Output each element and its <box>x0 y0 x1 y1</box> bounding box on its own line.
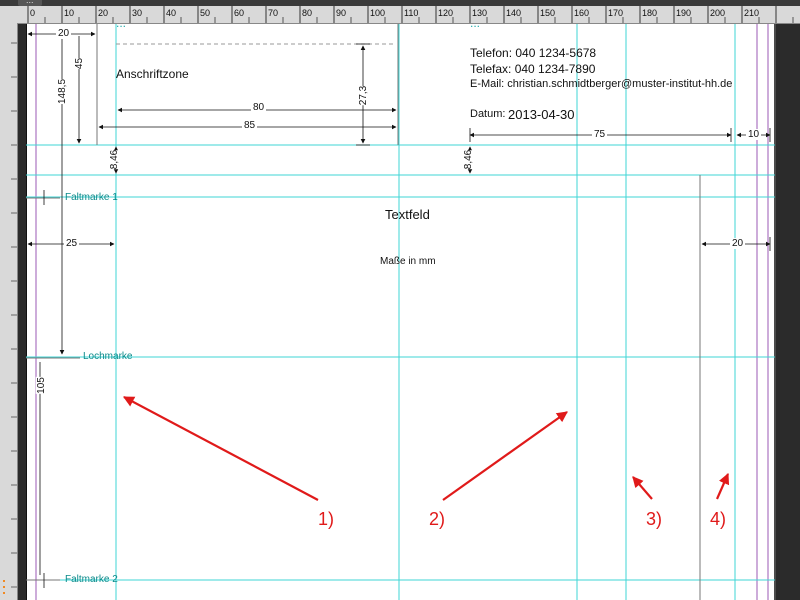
annotation-2: 2) <box>429 509 446 529</box>
dim-20-right: 20 <box>730 238 746 249</box>
annotation-1: 1) <box>318 509 335 529</box>
date-label: Datum: <box>470 108 506 120</box>
marker-dot <box>3 586 5 588</box>
dim-20-top: 20 <box>56 28 72 39</box>
sender-line: ... <box>116 16 127 30</box>
fax-line: Telefax: 040 1234-7890 <box>470 62 596 76</box>
dim-85: 85 <box>242 120 258 131</box>
layout-guides <box>18 24 800 600</box>
punch-mark: Lochmarke <box>83 351 133 362</box>
fold-mark-1: Faltmarke 1 <box>65 192 118 203</box>
dim-105: 105 <box>35 377 47 394</box>
date-value: 2013-04-30 <box>508 107 575 122</box>
text-field-subtitle: Maße in mm <box>380 256 436 267</box>
dim-148-5: 148,5 <box>57 78 69 105</box>
marker-dot <box>3 580 5 582</box>
dim-27-3: 27,3 <box>358 85 370 106</box>
annotation-4: 4) <box>710 509 727 529</box>
annotation-3: 3) <box>646 509 663 529</box>
fold-mark-2: Faltmarke 2 <box>65 574 118 585</box>
dim-80: 80 <box>251 102 267 113</box>
info-block-header: ... <box>470 16 481 30</box>
marker-dot <box>3 592 5 594</box>
offset-right: 8,46 <box>463 149 475 170</box>
text-field-title: Textfeld <box>385 207 430 222</box>
dim-25: 25 <box>64 238 80 249</box>
dim-45: 45 <box>74 57 86 70</box>
dim-10: 10 <box>746 129 762 140</box>
address-zone-label: Anschriftzone <box>116 67 189 81</box>
dim-75: 75 <box>592 129 608 140</box>
offset-left: 8,46 <box>109 149 121 170</box>
phone-line: Telefon: 040 1234-5678 <box>470 46 597 60</box>
email-line: E-Mail: christian.schmidtberger@muster-i… <box>470 78 733 90</box>
